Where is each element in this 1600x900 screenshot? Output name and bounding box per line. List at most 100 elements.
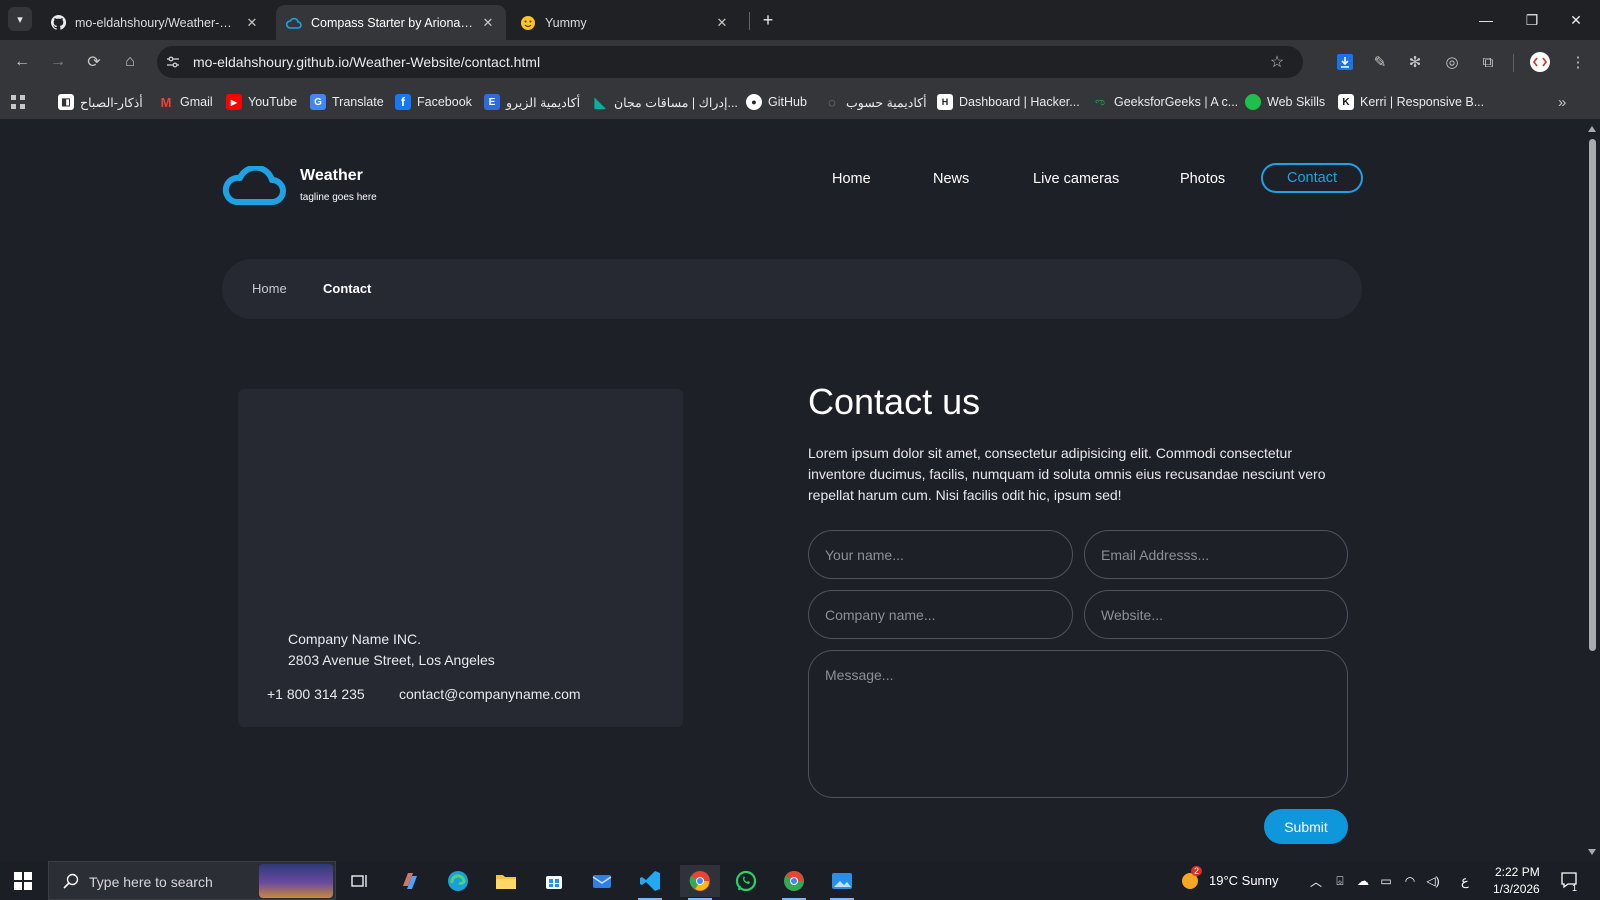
edge-icon[interactable] <box>438 865 478 897</box>
file-explorer-icon[interactable] <box>486 865 526 897</box>
close-icon[interactable]: ✕ <box>480 15 496 31</box>
extensions-puzzle-icon[interactable]: ⧉ <box>1478 52 1498 72</box>
mail-icon[interactable] <box>582 865 622 897</box>
forward-button[interactable]: → <box>46 50 70 74</box>
close-window-button[interactable]: ✕ <box>1564 8 1588 32</box>
bookmark-edraak[interactable]: ◣ إدراك | مساقات مجان... <box>592 92 738 112</box>
page-scrollbar[interactable] <box>1585 121 1600 861</box>
more-bookmarks-icon[interactable]: » <box>1558 92 1566 112</box>
nav-contact[interactable]: Contact <box>1261 163 1363 193</box>
address-bar[interactable]: mo-eldahshoury.github.io/Weather-Website… <box>157 46 1303 78</box>
bookmark-label: Kerri | Responsive B... <box>1360 95 1485 109</box>
bookmark-hackerrank[interactable]: H Dashboard | Hacker... <box>937 92 1080 112</box>
bookmark-geeksforgeeks[interactable]: ಌ GeeksforGeeks | A c... <box>1092 92 1238 112</box>
bookmark-zero-academy[interactable]: E أكاديمية الزيرو <box>484 92 580 112</box>
facebook-icon: f <box>395 94 411 110</box>
site-title[interactable]: Weather <box>300 167 363 185</box>
github-icon: ● <box>746 94 762 110</box>
gfg-icon: ಌ <box>1095 96 1105 108</box>
target-icon[interactable]: ◎ <box>1442 52 1462 72</box>
breadcrumb-home[interactable]: Home <box>252 281 287 296</box>
wifi-icon[interactable]: ◠ <box>1402 873 1418 889</box>
download-icon[interactable] <box>1335 52 1355 72</box>
clock-time[interactable]: 2:22 PM <box>1495 865 1540 879</box>
nav-news[interactable]: News <box>933 171 969 187</box>
apps-icon[interactable] <box>10 92 26 112</box>
tab-github[interactable]: mo-eldahshoury/Weather-Website ✕ <box>40 5 270 40</box>
tab-compass[interactable]: Compass Starter by Ariona, Rian ✕ <box>276 5 506 40</box>
translate-icon: G <box>310 94 326 110</box>
profile-avatar[interactable] <box>1530 52 1550 72</box>
chrome-devtools-icon[interactable] <box>680 865 720 900</box>
tab-search-button[interactable]: ▾ <box>8 7 32 31</box>
extension-gear-icon[interactable]: ✻ <box>1405 52 1425 72</box>
name-input[interactable] <box>808 530 1073 579</box>
company-email[interactable]: contact@companyname.com <box>399 686 581 702</box>
message-textarea[interactable] <box>808 650 1348 798</box>
company-input[interactable] <box>808 590 1073 639</box>
close-icon[interactable]: ✕ <box>244 15 260 31</box>
submit-button[interactable]: Submit <box>1264 809 1348 844</box>
bookmark-azkar[interactable]: ◧ أذكار-الصباح <box>58 92 143 112</box>
notification-count: 1 <box>1572 883 1578 893</box>
scroll-down-arrow[interactable] <box>1588 849 1596 855</box>
tab-strip: ▾ mo-eldahshoury/Weather-Website ✕ Compa… <box>0 0 1600 40</box>
photos-icon[interactable] <box>822 865 862 900</box>
whatsapp-icon[interactable] <box>726 865 766 897</box>
new-tab-button[interactable]: + <box>757 9 779 31</box>
scroll-thumb[interactable] <box>1589 139 1596 651</box>
onedrive-icon[interactable]: ☁ <box>1355 873 1371 889</box>
bookmark-hsoub[interactable]: ◌ أكاديمية حسوب <box>824 92 926 112</box>
star-icon[interactable]: ☆ <box>1267 52 1287 72</box>
meet-now-icon[interactable]: ⌺ <box>1332 873 1348 889</box>
store-icon[interactable] <box>534 865 574 897</box>
bookmark-label: أكاديمية الزيرو <box>506 95 581 110</box>
battery-icon[interactable]: ▭ <box>1378 873 1394 889</box>
vscode-icon[interactable] <box>630 865 670 900</box>
hackerrank-icon: H <box>937 94 953 110</box>
bookmark-translate[interactable]: G Translate <box>310 92 384 112</box>
chrome-profile-icon[interactable] <box>774 865 814 900</box>
chevron-up-icon[interactable]: ︿ <box>1308 873 1324 889</box>
email-input[interactable] <box>1084 530 1348 579</box>
home-button[interactable]: ⌂ <box>118 50 142 74</box>
bookmark-youtube[interactable]: ▶ YouTube <box>226 92 297 112</box>
website-input[interactable] <box>1084 590 1348 639</box>
nav-home[interactable]: Home <box>832 171 871 187</box>
site-settings-icon[interactable] <box>165 54 181 70</box>
edraak-icon: ◣ <box>594 93 606 110</box>
menu-icon[interactable]: ⋮ <box>1568 52 1588 72</box>
volume-icon[interactable]: ◁) <box>1425 873 1441 889</box>
reload-button[interactable]: ⟳ <box>82 50 106 74</box>
bookmark-gmail[interactable]: M Gmail <box>158 92 213 112</box>
bookmark-label: Gmail <box>180 95 213 109</box>
taskbar-search[interactable]: Type here to search <box>48 861 336 900</box>
cloud-logo-icon[interactable] <box>222 164 288 213</box>
bookmark-label: Dashboard | Hacker... <box>959 95 1080 109</box>
copilot-icon[interactable] <box>390 865 430 897</box>
windows-start-icon[interactable] <box>14 872 32 890</box>
bookmark-facebook[interactable]: f Facebook <box>395 92 472 112</box>
nav-photos[interactable]: Photos <box>1180 171 1225 187</box>
company-phone[interactable]: +1 800 314 235 <box>267 686 365 702</box>
browser-toolbar: ← → ⟳ ⌂ mo-eldahshoury.github.io/Weather… <box>0 40 1600 84</box>
scroll-up-arrow[interactable] <box>1588 126 1596 132</box>
bookmark-kerri[interactable]: K Kerri | Responsive B... <box>1338 92 1484 112</box>
input-language[interactable]: ع <box>1461 873 1469 889</box>
bookmark-web-skills[interactable]: Web Skills <box>1245 92 1325 112</box>
bookmark-github[interactable]: ● GitHub <box>746 92 807 112</box>
contact-info-card: Company Name INC. 2803 Avenue Street, Lo… <box>238 389 683 727</box>
task-view-icon[interactable] <box>340 865 380 897</box>
nav-live-cameras[interactable]: Live cameras <box>1033 171 1119 187</box>
toolbar-separator <box>1513 54 1514 72</box>
close-icon[interactable]: ✕ <box>714 15 730 31</box>
search-icon <box>63 873 79 889</box>
tab-yummy[interactable]: Yummy ✕ <box>510 5 740 40</box>
eyedropper-icon[interactable]: ✎ <box>1370 52 1390 72</box>
clock-date[interactable]: 1/3/2026 <box>1493 882 1540 896</box>
minimize-button[interactable]: — <box>1474 8 1498 32</box>
weather-text[interactable]: 19°C Sunny <box>1209 873 1279 888</box>
map-area[interactable] <box>238 389 683 609</box>
back-button[interactable]: ← <box>10 50 34 74</box>
restore-button[interactable]: ❐ <box>1520 8 1544 32</box>
